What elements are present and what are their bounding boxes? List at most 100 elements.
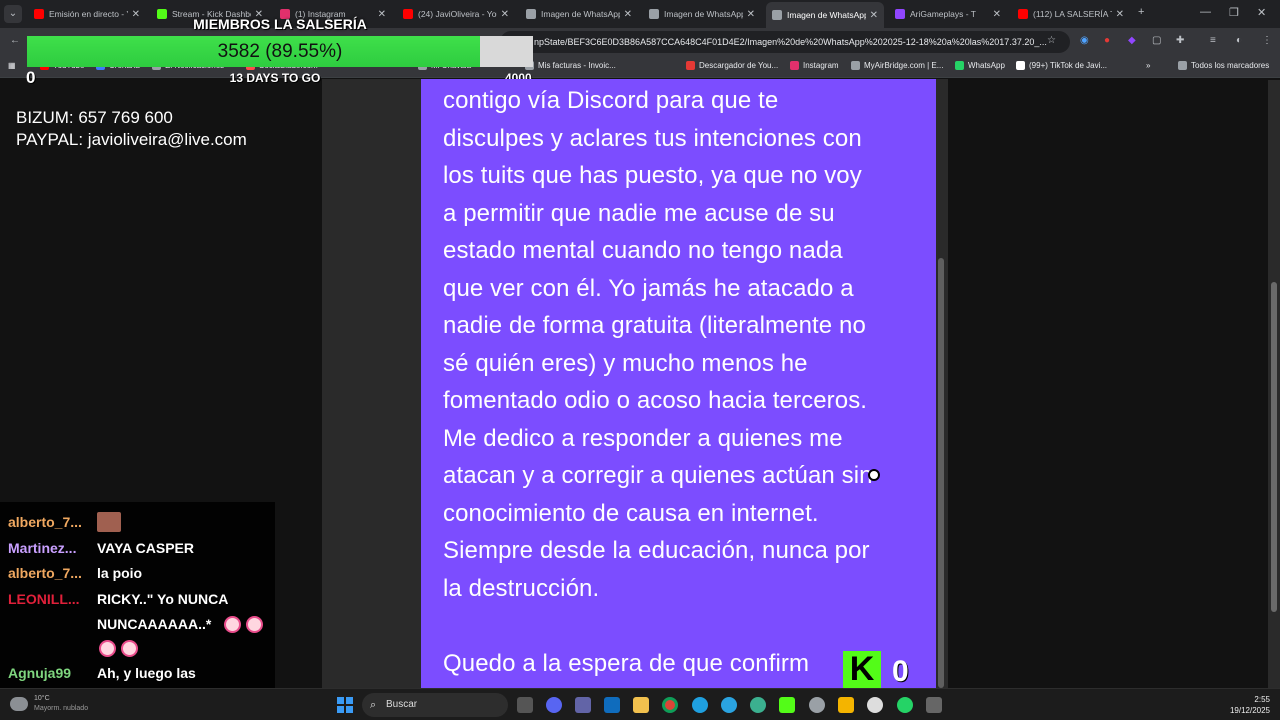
bookmark-item[interactable]: Instagram — [790, 61, 839, 70]
tab-favicon-icon — [772, 10, 782, 20]
chrome-icon[interactable] — [662, 697, 678, 713]
taskbar-search-label: Buscar — [386, 699, 418, 710]
obs-icon[interactable] — [809, 697, 825, 713]
goal-title: MIEMBROS LA SALSERÍA — [193, 16, 367, 32]
telegram-icon[interactable] — [721, 697, 737, 713]
file-explorer-icon[interactable] — [633, 697, 649, 713]
tab-close-icon[interactable]: ✕ — [501, 9, 509, 20]
browser-tab[interactable]: Imagen de WhatsApp ✕ — [643, 2, 761, 26]
tab-close-icon[interactable]: ✕ — [1116, 9, 1124, 20]
url-text: npState/BEF3C6E0D3B86A587CCA648C4F01D4E2… — [534, 37, 1047, 47]
browser-tab[interactable]: Imagen de WhatsApp ✕ — [520, 2, 638, 26]
bookmark-favicon-icon — [790, 61, 799, 70]
system-clock[interactable]: 2:55 19/12/2025 — [1220, 694, 1270, 716]
teams-icon[interactable] — [575, 697, 591, 713]
mouse-cursor-icon — [868, 469, 880, 481]
tab-title: (112) LA SALSERÍA TI — [1033, 9, 1112, 19]
tab-favicon-icon — [1018, 9, 1028, 19]
task-view-icon[interactable] — [517, 697, 533, 713]
weather-temp: 10°C — [34, 695, 50, 702]
bookmark-label: (99+) TikTok de Javi... — [1029, 61, 1108, 70]
bookmark-item[interactable]: Mis facturas - Invoic... — [525, 61, 616, 70]
tab-close-icon[interactable]: ✕ — [993, 9, 1001, 20]
bookmark-item[interactable]: Todos los marcadores — [1178, 61, 1269, 70]
message-line: atacan y a corregir a quienes actúan sin — [443, 462, 873, 489]
chat-username[interactable]: Agnuja99 — [8, 665, 71, 681]
extension-icon[interactable]: ◉ — [1080, 35, 1089, 46]
chat-username[interactable]: alberto_7... — [8, 565, 82, 581]
bookmark-item[interactable]: WhatsApp — [955, 61, 1005, 70]
tab-title: AriGameplays - T — [910, 9, 976, 19]
tab-close-icon[interactable]: ✕ — [870, 10, 878, 21]
bookmark-item[interactable]: Descargador de You... — [686, 61, 778, 70]
more-bookmarks-icon[interactable]: » — [1146, 61, 1150, 70]
clown-emote-icon — [246, 616, 263, 633]
goal-progress-bar: 3582 (89.55%) — [27, 36, 533, 67]
taskbar-search[interactable]: ⌕ Buscar — [362, 693, 508, 717]
paypal-info: PAYPAL: javioliveira@live.com — [16, 130, 247, 149]
kick-app-icon[interactable] — [779, 697, 795, 713]
media-icon[interactable]: ≡ — [1210, 35, 1216, 46]
app-icon[interactable] — [750, 697, 766, 713]
back-arrow-icon[interactable]: ← — [10, 35, 20, 46]
extensions-puzzle-icon[interactable]: ✚ — [1176, 35, 1184, 46]
extension-icon[interactable]: ● — [1104, 35, 1110, 46]
chat-text: Ah, y luego las — [97, 665, 196, 681]
message-line: fomentado odio o acoso hacia terceros. — [443, 387, 868, 414]
edge-icon[interactable] — [692, 697, 708, 713]
search-icon: ⌕ — [370, 699, 377, 711]
screen: ⌄ Emisión en directo - Y ✕ Stream - Kick D… — [0, 0, 1280, 720]
clown-emote-icon — [121, 640, 138, 657]
weather-widget[interactable]: 10°C Mayorm. nublado — [10, 695, 120, 717]
extension-icon[interactable]: ▢ — [1152, 35, 1161, 46]
tab-close-icon[interactable]: ✕ — [747, 9, 755, 20]
bookmark-favicon-icon — [686, 61, 695, 70]
extension-icon[interactable]: ◆ — [1128, 35, 1136, 46]
address-bar[interactable]: npState/BEF3C6E0D3B86A587CCA648C4F01D4E2… — [500, 31, 1070, 53]
menu-kebab-icon[interactable]: ⋮ — [1262, 35, 1272, 46]
clown-emote-icon — [99, 640, 116, 657]
bookmark-item[interactable]: MyAirBridge.com | E... — [851, 61, 943, 70]
chat-text: RICKY.." Yo NUNCA — [97, 591, 229, 607]
restore-icon[interactable]: ❐ — [1229, 6, 1239, 19]
whatsapp-icon[interactable] — [897, 697, 913, 713]
tab-title: Imagen de WhatsApp — [787, 10, 866, 20]
chat-username[interactable]: LEONILL... — [8, 591, 80, 607]
apps-grid-icon[interactable]: ▦ — [8, 61, 16, 70]
app-icon[interactable] — [838, 697, 854, 713]
snipping-tool-icon[interactable] — [926, 697, 942, 713]
tab-close-icon[interactable]: ✕ — [624, 9, 632, 20]
discord-icon[interactable] — [546, 697, 562, 713]
browser-tab[interactable]: Imagen de WhatsApp ✕ — [766, 2, 884, 28]
app-icon[interactable] — [867, 697, 883, 713]
browser-tab[interactable]: (24) JaviOliveira - You ✕ — [397, 2, 515, 26]
goal-days-left: 13 DAYS TO GO — [229, 71, 321, 85]
tab-title: Imagen de WhatsApp — [541, 9, 620, 19]
tab-favicon-icon — [649, 9, 659, 19]
page-scrollbar-thumb[interactable] — [1271, 282, 1277, 612]
bookmark-favicon-icon — [851, 61, 860, 70]
message-line: contigo vía Discord para que te — [443, 87, 779, 114]
minimize-icon[interactable]: — — [1200, 6, 1211, 18]
tab-close-icon[interactable]: ✕ — [378, 9, 386, 20]
profile-avatar-icon[interactable]: ◐ — [1236, 35, 1242, 46]
viewer-scrollbar[interactable] — [938, 258, 944, 688]
tab-search-icon[interactable]: ⌄ — [4, 5, 22, 23]
windows-start-icon[interactable] — [337, 697, 353, 713]
chat-username[interactable]: alberto_7... — [8, 514, 82, 530]
browser-tab[interactable]: (112) LA SALSERÍA TI ✕ — [1012, 2, 1130, 26]
bookmark-label: Todos los marcadores — [1191, 61, 1270, 70]
close-window-icon[interactable]: ✕ — [1257, 6, 1266, 19]
outlook-icon[interactable] — [604, 697, 620, 713]
goal-progress-label: 3582 (89.55%) — [217, 41, 343, 62]
tab-close-icon[interactable]: ✕ — [132, 9, 140, 20]
new-tab-icon[interactable]: + — [1138, 6, 1144, 18]
browser-tab[interactable]: Emisión en directo - Y ✕ — [28, 2, 146, 26]
browser-tab[interactable]: AriGameplays - T ✕ — [889, 2, 1007, 26]
weather-desc: Mayorm. nublado — [34, 705, 89, 712]
bookmark-item[interactable]: (99+) TikTok de Javi... — [1016, 61, 1107, 70]
whatsapp-message-image: contigo vía Discord para que te disculpes… — [421, 79, 936, 688]
tab-favicon-icon — [895, 9, 905, 19]
bookmark-star-icon[interactable]: ☆ — [1047, 35, 1056, 46]
chat-username[interactable]: Martinez... — [8, 540, 76, 556]
